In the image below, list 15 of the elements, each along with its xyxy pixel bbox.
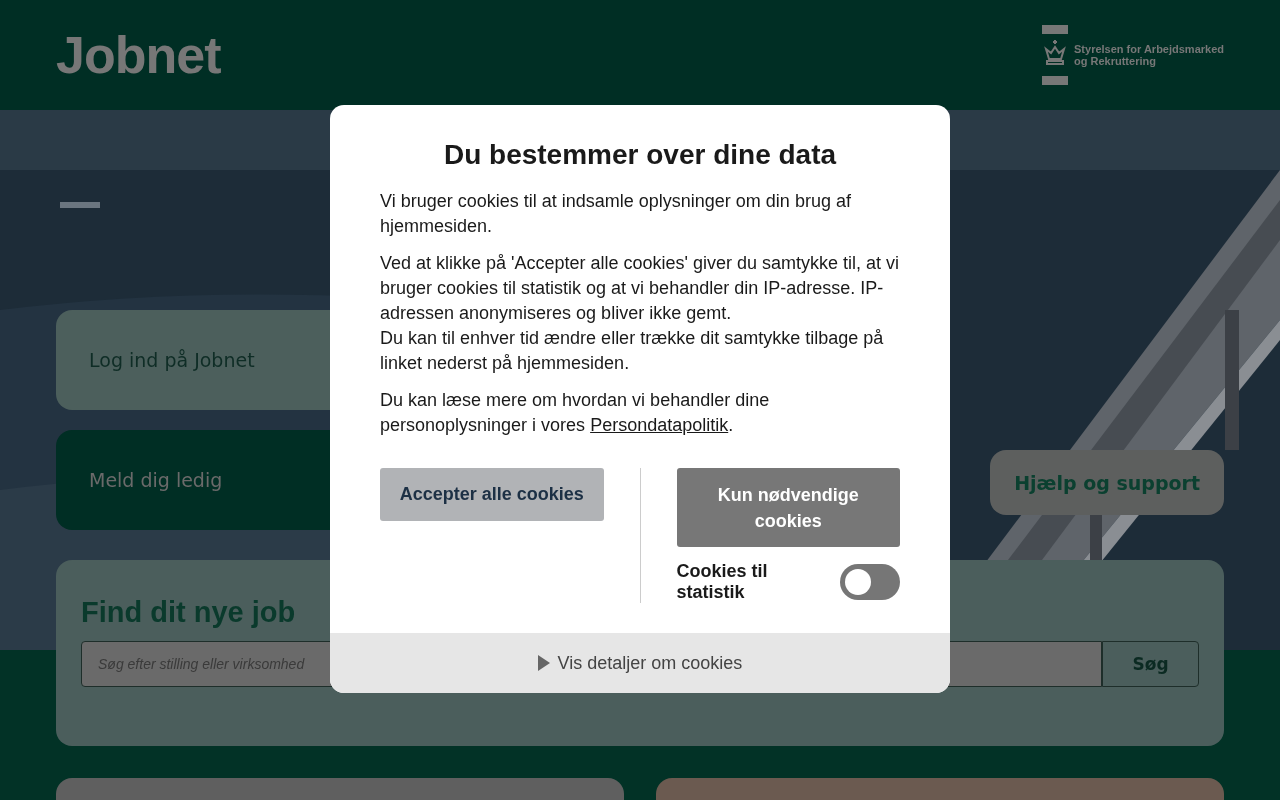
search-button[interactable]: Søg	[1102, 641, 1199, 687]
necessary-only-button[interactable]: Kun nødvendige cookies	[676, 468, 900, 547]
accept-all-button[interactable]: Accepter alle cookies	[380, 468, 604, 521]
dialog-title: Du bestemmer over dine data	[442, 139, 838, 171]
toggle-label: Cookies til statistik	[676, 561, 769, 603]
policy-link[interactable]: Persondatapolitik	[590, 415, 729, 435]
help-button[interactable]: Hjælp og support	[990, 450, 1224, 515]
dialog-text: Vi bruger cookies til at indsamle oplysninger om din brug af hjemmesiden.	[380, 190, 852, 238]
crown-emblem-icon	[1042, 25, 1068, 85]
statistics-toggle[interactable]	[840, 564, 900, 600]
details-toggle[interactable]: Vis detaljer om cookies	[330, 633, 950, 693]
triangle-icon	[537, 655, 550, 671]
agency-name: Styrelsen for Arbejdsmarked og Rekruttering	[1074, 42, 1224, 68]
search-title: Find dit nye job	[81, 596, 297, 629]
jobnet-logo[interactable]: Jobnet	[56, 25, 221, 85]
